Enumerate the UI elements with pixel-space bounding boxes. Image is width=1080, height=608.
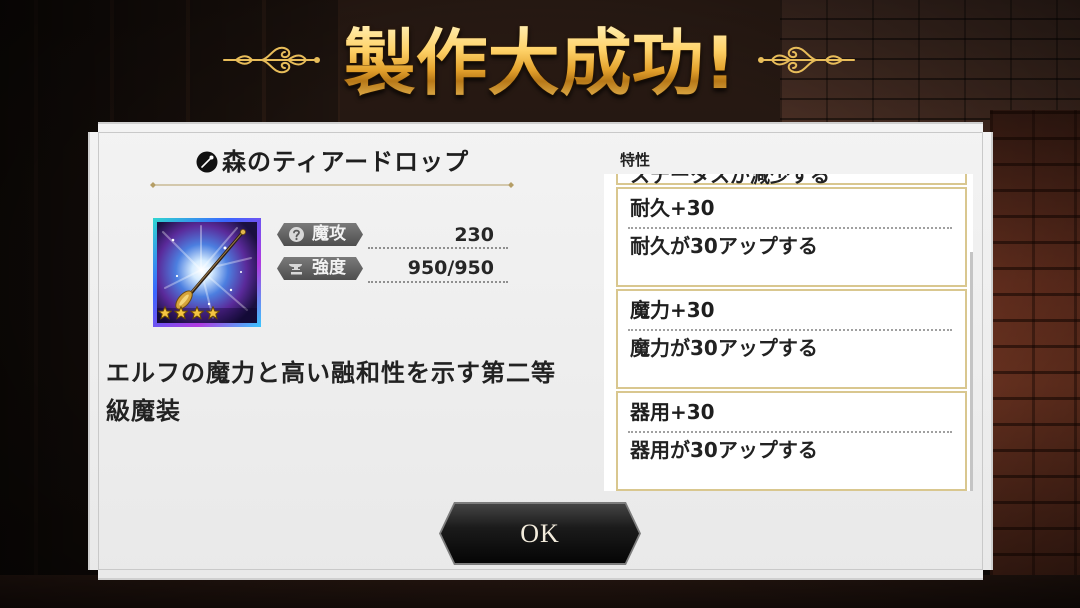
trait-divider xyxy=(628,329,952,331)
anvil-icon xyxy=(288,260,305,277)
traits-list[interactable]: ステータスが減少する 耐久+30 耐久が30アップする 魔力+30 魔力が30ア… xyxy=(604,174,973,491)
traits-label: 特性 xyxy=(620,151,651,169)
item-description: エルフの魔力と高い融和性を示す第二等級魔装 xyxy=(106,359,556,425)
flourish-right-icon xyxy=(758,46,855,74)
trait-title: 魔力+30 xyxy=(630,298,715,322)
item-name: 森のティアードロップ xyxy=(222,148,470,176)
scrollbar[interactable] xyxy=(970,252,973,491)
stat-value-magic-attack: 230 xyxy=(454,224,494,246)
trait-divider xyxy=(628,431,952,433)
stat-value-durability: 950/950 xyxy=(407,257,494,279)
crafting-result-screen: 製作大成功! 森のティアードロップ 魔攻 230 強度 950/950 エルフの… xyxy=(0,0,1080,608)
trait-desc: 耐久が30アップする xyxy=(630,234,818,258)
rarity-star-icon xyxy=(173,305,189,320)
ok-button[interactable]: OK xyxy=(439,502,641,565)
item-name-underline xyxy=(150,182,514,188)
magic-attack-icon xyxy=(288,226,305,243)
trait-desc: 魔力が30アップする xyxy=(630,336,818,360)
trait-desc: ステータスが減少する xyxy=(630,174,830,187)
trait-title: 器用+30 xyxy=(630,400,715,424)
rarity-star-icon xyxy=(157,305,173,320)
ok-button-label: OK xyxy=(520,518,560,548)
trait-desc: 器用が30アップする xyxy=(630,438,818,462)
stat-label-chip-durability: 強度 xyxy=(277,257,363,280)
trait-item: 耐久+30 耐久が30アップする xyxy=(616,187,967,287)
trait-item: ステータスが減少する xyxy=(616,174,967,187)
stat-divider xyxy=(368,281,508,283)
trait-divider xyxy=(628,227,952,229)
trait-item: 器用+30 器用が30アップする xyxy=(616,391,967,491)
ok-button-face[interactable]: OK xyxy=(441,504,639,563)
wand-icon xyxy=(196,151,218,173)
stat-label: 強度 xyxy=(312,258,346,278)
rarity-star-icon xyxy=(205,305,221,320)
stat-label: 魔攻 xyxy=(312,224,346,244)
trait-item: 魔力+30 魔力が30アップする xyxy=(616,289,967,389)
stat-label-chip-magic-attack: 魔攻 xyxy=(277,223,363,246)
rarity-star-icon xyxy=(189,305,205,320)
page-title: 製作大成功! xyxy=(0,18,1080,108)
rarity-stars xyxy=(157,305,221,320)
stat-divider xyxy=(368,247,508,249)
trait-title: 耐久+30 xyxy=(630,196,715,220)
